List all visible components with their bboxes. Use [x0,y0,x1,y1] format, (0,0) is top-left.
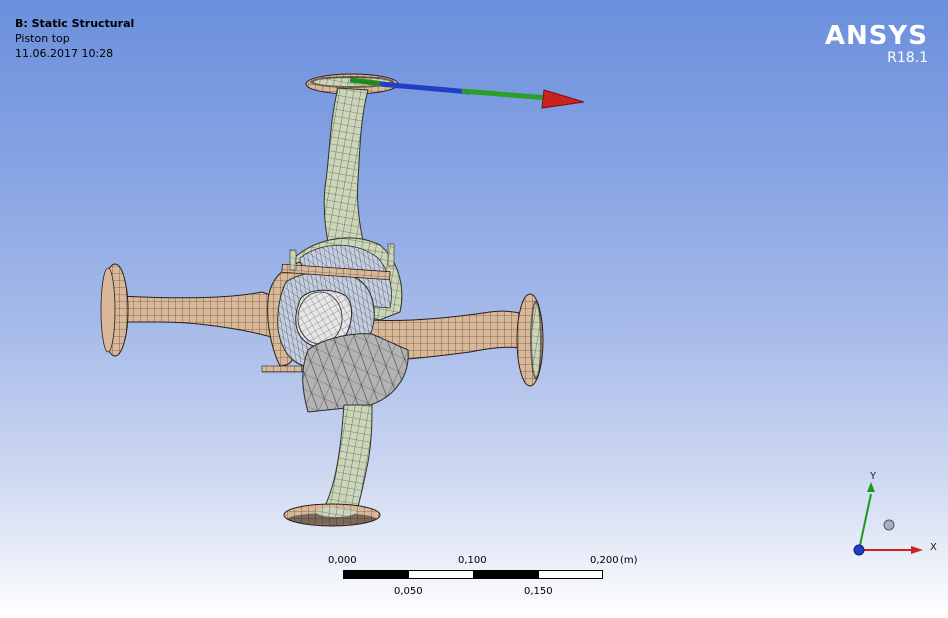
bottom-flange [283,503,381,527]
scale-label-150: 0,150 [524,586,553,597]
isometric-view-ball[interactable] [883,519,895,531]
x-axis-label: X [930,542,937,553]
z-axis-dot [853,544,865,556]
y-axis-label: Y [870,471,877,482]
scale-label-200: 0,200 [590,555,619,566]
left-flange [100,263,129,357]
bottom-pipe [321,404,373,515]
direction-arrow [349,77,585,109]
model-view[interactable] [0,0,948,618]
scale-ruler: 0,000 0,100 0,200 (m) 0,050 0,150 [320,555,650,605]
scale-segment-4 [538,570,603,579]
axis-triad[interactable]: Y X [845,470,945,570]
scale-label-100: 0,100 [458,555,487,566]
x-axis-arrowhead [911,546,923,554]
scale-segment-3 [473,570,539,579]
top-pipe [323,87,369,255]
y-axis-line [858,493,872,551]
triad-graphic [853,482,923,556]
scale-segment-2 [408,570,474,579]
left-pipe [119,291,291,341]
scale-unit: (m) [620,555,638,566]
scale-segment-1 [343,570,409,579]
graphics-viewport[interactable]: B: Static Structural Piston top 11.06.20… [0,0,948,618]
scale-label-0: 0,000 [328,555,357,566]
section-cut [302,333,409,413]
y-axis-arrowhead [867,482,875,492]
right-flange [516,293,544,387]
scale-label-050: 0,050 [394,586,423,597]
